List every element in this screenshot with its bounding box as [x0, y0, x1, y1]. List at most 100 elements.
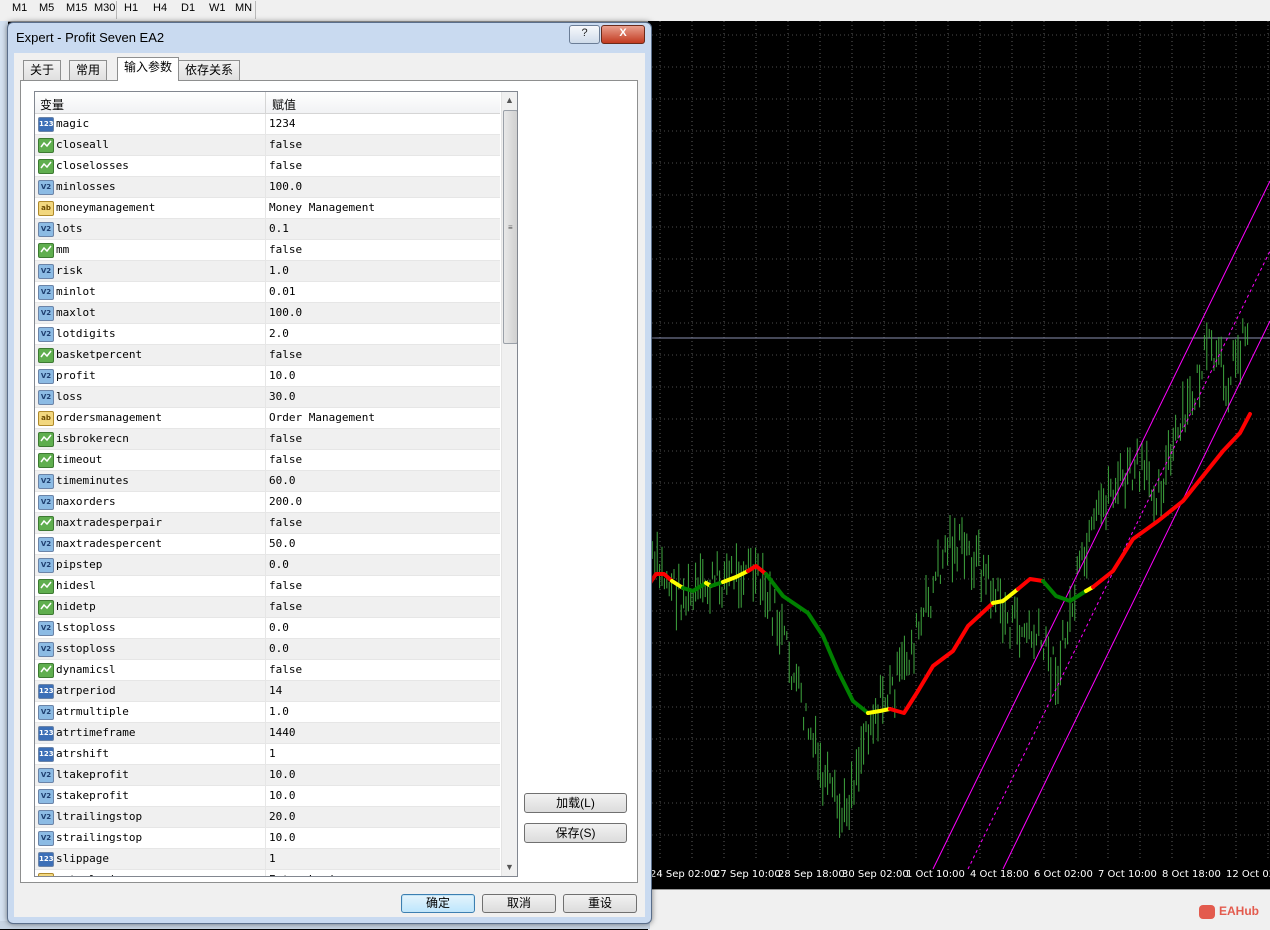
timeframe-mn[interactable]: MN: [231, 0, 256, 20]
param-value[interactable]: 1: [269, 852, 276, 865]
param-value[interactable]: false: [269, 138, 302, 151]
param-row-minlosses[interactable]: V2 minlosses 100.0: [35, 177, 500, 198]
param-row-minlot[interactable]: V2 minlot 0.01: [35, 282, 500, 303]
param-row-slippage[interactable]: 123 slippage 1: [35, 849, 500, 870]
cancel-button[interactable]: 取消: [482, 894, 556, 913]
param-value[interactable]: 30.0: [269, 390, 296, 403]
param-value[interactable]: 10.0: [269, 768, 296, 781]
param-row-lstoploss[interactable]: V2 lstoploss 0.0: [35, 618, 500, 639]
param-row-maxtradespercent[interactable]: V2 maxtradespercent 50.0: [35, 534, 500, 555]
param-value[interactable]: 10.0: [269, 789, 296, 802]
param-row-ltrailingstop[interactable]: V2 ltrailingstop 20.0: [35, 807, 500, 828]
param-value[interactable]: false: [269, 663, 302, 676]
param-value[interactable]: 10.0: [269, 831, 296, 844]
param-row-timeminutes[interactable]: V2 timeminutes 60.0: [35, 471, 500, 492]
param-row-lots[interactable]: V2 lots 0.1: [35, 219, 500, 240]
param-row-moneymanagement[interactable]: ab moneymanagement Money Management: [35, 198, 500, 219]
param-row-atrmultiple[interactable]: V2 atrmultiple 1.0: [35, 702, 500, 723]
vertical-scrollbar[interactable]: ▲ ≡ ▼: [501, 92, 517, 876]
param-row-loss[interactable]: V2 loss 30.0: [35, 387, 500, 408]
load-button[interactable]: 加载(L): [524, 793, 627, 813]
param-value[interactable]: false: [269, 159, 302, 172]
param-row-risk[interactable]: V2 risk 1.0: [35, 261, 500, 282]
param-row-profit[interactable]: V2 profit 10.0: [35, 366, 500, 387]
tab-inputs[interactable]: 输入参数: [117, 57, 180, 81]
timeframe-m15[interactable]: M15: [62, 0, 91, 20]
ok-button[interactable]: 确定: [401, 894, 475, 913]
param-row-hidesl[interactable]: hidesl false: [35, 576, 500, 597]
param-row-isbrokerecn[interactable]: isbrokerecn false: [35, 429, 500, 450]
param-row-atrshift[interactable]: 123 atrshift 1: [35, 744, 500, 765]
param-row-strailingstop[interactable]: V2 strailingstop 10.0: [35, 828, 500, 849]
tab-about[interactable]: 关于: [23, 60, 62, 80]
scroll-thumb[interactable]: ≡: [503, 110, 517, 344]
param-value[interactable]: false: [269, 432, 302, 445]
save-button[interactable]: 保存(S): [524, 823, 627, 843]
param-row-stakeprofit[interactable]: V2 stakeprofit 10.0: [35, 786, 500, 807]
param-value[interactable]: 1234: [269, 117, 296, 130]
timeframe-m5[interactable]: M5: [35, 0, 58, 20]
param-row-entrylogics[interactable]: abentrylogics Entry Logics: [35, 870, 500, 876]
param-value[interactable]: Order Management: [269, 411, 375, 424]
param-value[interactable]: 0.01: [269, 285, 296, 298]
param-value[interactable]: 100.0: [269, 180, 302, 193]
timeframe-h4[interactable]: H4: [149, 0, 171, 20]
param-value[interactable]: false: [269, 243, 302, 256]
param-value[interactable]: 0.0: [269, 642, 289, 655]
scroll-down-icon[interactable]: ▼: [505, 862, 514, 872]
param-row-atrtimeframe[interactable]: 123 atrtimeframe 1440: [35, 723, 500, 744]
param-value[interactable]: 200.0: [269, 495, 302, 508]
param-value[interactable]: false: [269, 516, 302, 529]
help-button[interactable]: ?: [569, 25, 600, 44]
close-button[interactable]: X: [601, 25, 645, 44]
param-value[interactable]: 1440: [269, 726, 296, 739]
param-row-mm[interactable]: mm false: [35, 240, 500, 261]
param-value[interactable]: false: [269, 579, 302, 592]
param-value[interactable]: false: [269, 348, 302, 361]
param-row-magic[interactable]: 123 magic 1234: [35, 114, 500, 135]
timeframe-m30[interactable]: M30: [90, 0, 119, 20]
param-value[interactable]: 2.0: [269, 327, 289, 340]
value-column-header[interactable]: 赋值: [272, 96, 296, 113]
param-row-maxlot[interactable]: V2 maxlot 100.0: [35, 303, 500, 324]
param-row-atrperiod[interactable]: 123 atrperiod 14: [35, 681, 500, 702]
variable-column-header[interactable]: 变量: [40, 96, 64, 113]
param-value[interactable]: Money Management: [269, 201, 375, 214]
param-value[interactable]: 1: [269, 747, 276, 760]
param-value[interactable]: 10.0: [269, 369, 296, 382]
timeframe-w1[interactable]: W1: [205, 0, 230, 20]
param-value[interactable]: 50.0: [269, 537, 296, 550]
param-row-dynamicsl[interactable]: dynamicsl false: [35, 660, 500, 681]
param-row-maxtradesperpair[interactable]: maxtradesperpair false: [35, 513, 500, 534]
timeframe-h1[interactable]: H1: [120, 0, 142, 20]
param-row-sstoploss[interactable]: V2 sstoploss 0.0: [35, 639, 500, 660]
timeframe-d1[interactable]: D1: [177, 0, 199, 20]
param-value[interactable]: 20.0: [269, 810, 296, 823]
param-value[interactable]: 0.1: [269, 222, 289, 235]
param-row-closelosses[interactable]: closelosses false: [35, 156, 500, 177]
param-row-closeall[interactable]: closeall false: [35, 135, 500, 156]
param-value[interactable]: 14: [269, 684, 282, 697]
param-row-maxorders[interactable]: V2 maxorders 200.0: [35, 492, 500, 513]
scroll-up-icon[interactable]: ▲: [505, 95, 514, 105]
param-value[interactable]: 0.0: [269, 621, 289, 634]
param-value[interactable]: Entry Logics: [269, 873, 348, 876]
param-row-pipstep[interactable]: V2 pipstep 0.0: [35, 555, 500, 576]
param-value[interactable]: 0.0: [269, 558, 289, 571]
reset-button[interactable]: 重设: [563, 894, 637, 913]
param-row-ordersmanagement[interactable]: ab ordersmanagement Order Management: [35, 408, 500, 429]
timeframe-m1[interactable]: M1: [8, 0, 31, 20]
param-value[interactable]: 1.0: [269, 705, 289, 718]
param-row-ltakeprofit[interactable]: V2 ltakeprofit 10.0: [35, 765, 500, 786]
param-row-timeout[interactable]: timeout false: [35, 450, 500, 471]
price-chart[interactable]: 24 Sep 02:00 27 Sep 10:00 28 Sep 18:00 30 S…: [648, 21, 1270, 889]
param-value[interactable]: 1.0: [269, 264, 289, 277]
param-value[interactable]: false: [269, 453, 302, 466]
tab-dependencies[interactable]: 依存关系: [178, 60, 241, 80]
param-value[interactable]: 60.0: [269, 474, 296, 487]
param-value[interactable]: false: [269, 600, 302, 613]
param-row-hidetp[interactable]: hidetp false: [35, 597, 500, 618]
param-row-basketpercent[interactable]: basketpercent false: [35, 345, 500, 366]
param-value[interactable]: 100.0: [269, 306, 302, 319]
tab-common[interactable]: 常用: [69, 60, 108, 80]
